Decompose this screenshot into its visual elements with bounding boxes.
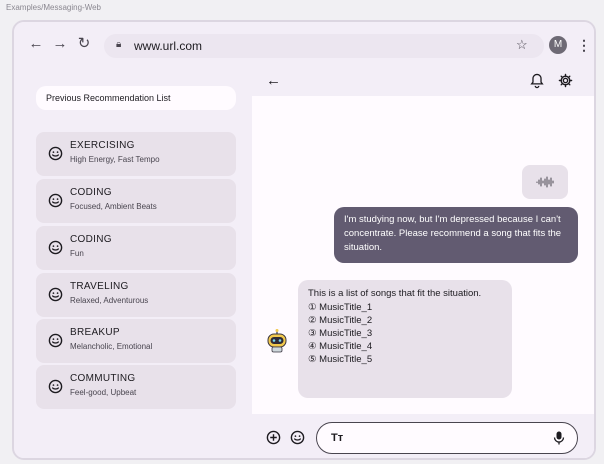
user-message-bubble: I'm studying now, but I'm depressed beca… (334, 207, 578, 263)
recommendation-subtitle: Melancholic, Emotional (70, 342, 153, 351)
forward-arrow-icon[interactable]: → (52, 36, 68, 52)
song-list-item[interactable]: ① MusicTitle_1 (308, 301, 502, 314)
recommendation-subtitle: Fun (70, 249, 84, 258)
bot-message-bubble: This is a list of songs that fit the sit… (298, 280, 512, 398)
lock-icon: 🔒︎ (116, 39, 122, 50)
address-bar[interactable]: 🔒︎ www.url.com ☆ (104, 34, 544, 58)
recommendation-subtitle: Focused, Ambient Beats (70, 202, 157, 211)
recommendation-item[interactable]: EXERCISING High Energy, Fast Tempo (36, 132, 236, 176)
frame-label: Examples/Messaging-Web (6, 3, 102, 12)
message-composer: Tт (252, 414, 594, 458)
sidebar: Previous Recommendation List EXERCISING H… (14, 68, 252, 458)
robot-avatar-icon (267, 329, 287, 353)
recommendation-item[interactable]: BREAKUP Melancholic, Emotional (36, 319, 236, 363)
recommendation-title: CODING (70, 187, 112, 198)
profile-avatar[interactable]: M (549, 36, 567, 54)
star-icon[interactable]: ☆ (516, 37, 528, 53)
add-icon[interactable] (266, 430, 281, 445)
recommendation-subtitle: High Energy, Fast Tempo (70, 155, 160, 164)
kebab-menu-icon[interactable]: ⋮ (577, 36, 591, 54)
recommendation-title: EXERCISING (70, 140, 135, 151)
recommendation-title: CODING (70, 234, 112, 245)
mic-icon[interactable] (553, 431, 565, 445)
recommendation-subtitle: Feel-good, Upbeat (70, 388, 137, 397)
recommendation-item[interactable]: COMMUTING Feel-good, Upbeat (36, 365, 236, 409)
chat-panel: ← I'm studying now, but I'm depressed be… (252, 68, 594, 458)
reload-icon[interactable]: ↻ (76, 36, 92, 52)
browser-toolbar: ← → ↻ 🔒︎ www.url.com ☆ M ⋮ (14, 22, 594, 68)
recommendation-title: TRAVELING (70, 281, 129, 292)
chat-top-bar: ← (252, 68, 594, 96)
browser-window: ← → ↻ 🔒︎ www.url.com ☆ M ⋮ Previous Reco… (12, 20, 596, 460)
smiley-icon (48, 333, 63, 348)
back-arrow-icon[interactable]: ← (28, 36, 44, 52)
smiley-icon (48, 379, 63, 394)
emoji-icon[interactable] (290, 430, 305, 445)
recommendation-item[interactable]: TRAVELING Relaxed, Adventurous (36, 273, 236, 317)
settings-icon[interactable] (558, 73, 573, 88)
recommendation-item[interactable]: CODING Fun (36, 226, 236, 270)
song-list-item[interactable]: ④ MusicTitle_4 (308, 340, 502, 353)
song-list-item[interactable]: ② MusicTitle_2 (308, 314, 502, 327)
smiley-icon (48, 193, 63, 208)
bot-message-intro: This is a list of songs that fit the sit… (308, 288, 482, 299)
smiley-icon (48, 146, 63, 161)
recommendation-subtitle: Relaxed, Adventurous (70, 296, 149, 305)
recommendation-item[interactable]: CODING Focused, Ambient Beats (36, 179, 236, 223)
message-input[interactable]: Tт (316, 422, 578, 454)
sidebar-header: Previous Recommendation List (36, 86, 236, 110)
song-list-item[interactable]: ⑤ MusicTitle_5 (308, 353, 502, 366)
bell-icon[interactable] (530, 73, 544, 89)
recommendation-title: COMMUTING (70, 373, 136, 384)
voice-message-bubble[interactable] (522, 165, 568, 199)
back-arrow-icon[interactable]: ← (266, 72, 281, 89)
text-format-icon[interactable]: Tт (331, 432, 343, 444)
song-list-item[interactable]: ③ MusicTitle_3 (308, 327, 502, 340)
smiley-icon (48, 287, 63, 302)
waveform-icon (536, 176, 554, 188)
recommendation-title: BREAKUP (70, 327, 120, 338)
url-text[interactable]: www.url.com (134, 39, 202, 53)
smiley-icon (48, 240, 63, 255)
